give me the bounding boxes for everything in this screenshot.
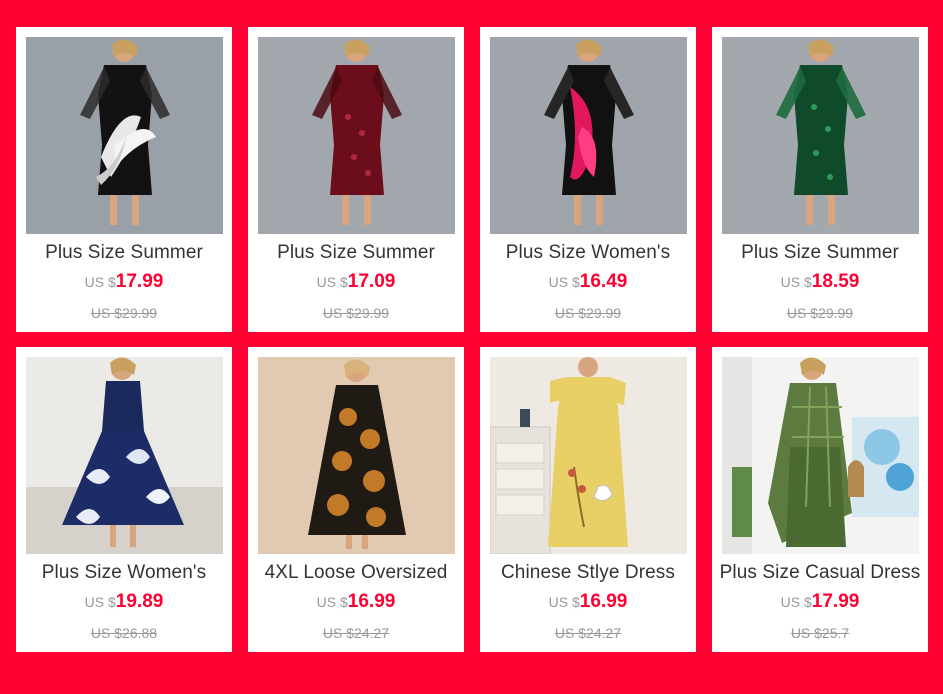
price-row: US $17.09 [248, 271, 464, 293]
price-row: US $17.99 [712, 591, 928, 613]
product-title[interactable]: Plus Size Summer [16, 242, 232, 264]
sale-price: 16.99 [579, 591, 628, 612]
currency-label: US $ [316, 274, 348, 290]
product-image[interactable] [490, 37, 687, 234]
currency-label: US $ [84, 274, 116, 290]
product-card[interactable]: Plus Size Women's US $19.89 US $26.88 [16, 347, 232, 652]
product-title[interactable]: Plus Size Summer [248, 242, 464, 264]
product-title[interactable]: Plus Size Summer [712, 242, 928, 264]
currency-label: US $ [548, 274, 580, 290]
product-card[interactable]: Plus Size Women's US $16.49 US $29.99 [480, 27, 696, 332]
product-card[interactable]: Plus Size Summer US $17.99 US $29.99 [16, 27, 232, 332]
price-row: US $16.99 [248, 591, 464, 613]
product-image[interactable] [258, 357, 455, 554]
price-row: US $16.99 [480, 591, 696, 613]
sale-price: 16.99 [347, 591, 396, 612]
original-price: US $29.99 [90, 305, 158, 321]
product-card[interactable]: 4XL Loose Oversized US $16.99 US $24.27 [248, 347, 464, 652]
product-title[interactable]: Plus Size Women's [480, 242, 696, 264]
currency-label: US $ [780, 274, 812, 290]
product-image[interactable] [26, 37, 223, 234]
sale-price: 19.89 [115, 591, 164, 612]
currency-label: US $ [316, 594, 348, 610]
sale-price: 18.59 [811, 271, 860, 292]
product-card[interactable]: Plus Size Summer US $17.09 US $29.99 [248, 27, 464, 332]
price-row: US $17.99 [16, 271, 232, 293]
product-title[interactable]: Chinese Stlye Dress [480, 562, 696, 584]
product-grid: Plus Size Summer US $17.99 US $29.99 Plu… [16, 27, 928, 652]
price-row: US $18.59 [712, 271, 928, 293]
original-price: US $29.99 [322, 305, 390, 321]
currency-label: US $ [548, 594, 580, 610]
product-card[interactable]: Chinese Stlye Dress US $16.99 US $24.27 [480, 347, 696, 652]
product-title[interactable]: 4XL Loose Oversized [248, 562, 464, 584]
currency-label: US $ [780, 594, 812, 610]
sale-price: 16.49 [579, 271, 628, 292]
currency-label: US $ [84, 594, 116, 610]
product-title[interactable]: Plus Size Casual Dress [712, 562, 928, 584]
original-price: US $25.7 [790, 625, 850, 641]
price-row: US $19.89 [16, 591, 232, 613]
original-price: US $29.99 [554, 305, 622, 321]
product-image[interactable] [722, 37, 919, 234]
product-image[interactable] [26, 357, 223, 554]
product-image[interactable] [722, 357, 919, 554]
product-card[interactable]: Plus Size Casual Dress US $17.99 US $25.… [712, 347, 928, 652]
product-card[interactable]: Plus Size Summer US $18.59 US $29.99 [712, 27, 928, 332]
original-price: US $29.99 [786, 305, 854, 321]
product-image[interactable] [490, 357, 687, 554]
original-price: US $24.27 [322, 625, 390, 641]
sale-price: 17.99 [811, 591, 860, 612]
sale-price: 17.99 [115, 271, 164, 292]
original-price: US $26.88 [90, 625, 158, 641]
product-image[interactable] [258, 37, 455, 234]
sale-price: 17.09 [347, 271, 396, 292]
original-price: US $24.27 [554, 625, 622, 641]
price-row: US $16.49 [480, 271, 696, 293]
product-title[interactable]: Plus Size Women's [16, 562, 232, 584]
